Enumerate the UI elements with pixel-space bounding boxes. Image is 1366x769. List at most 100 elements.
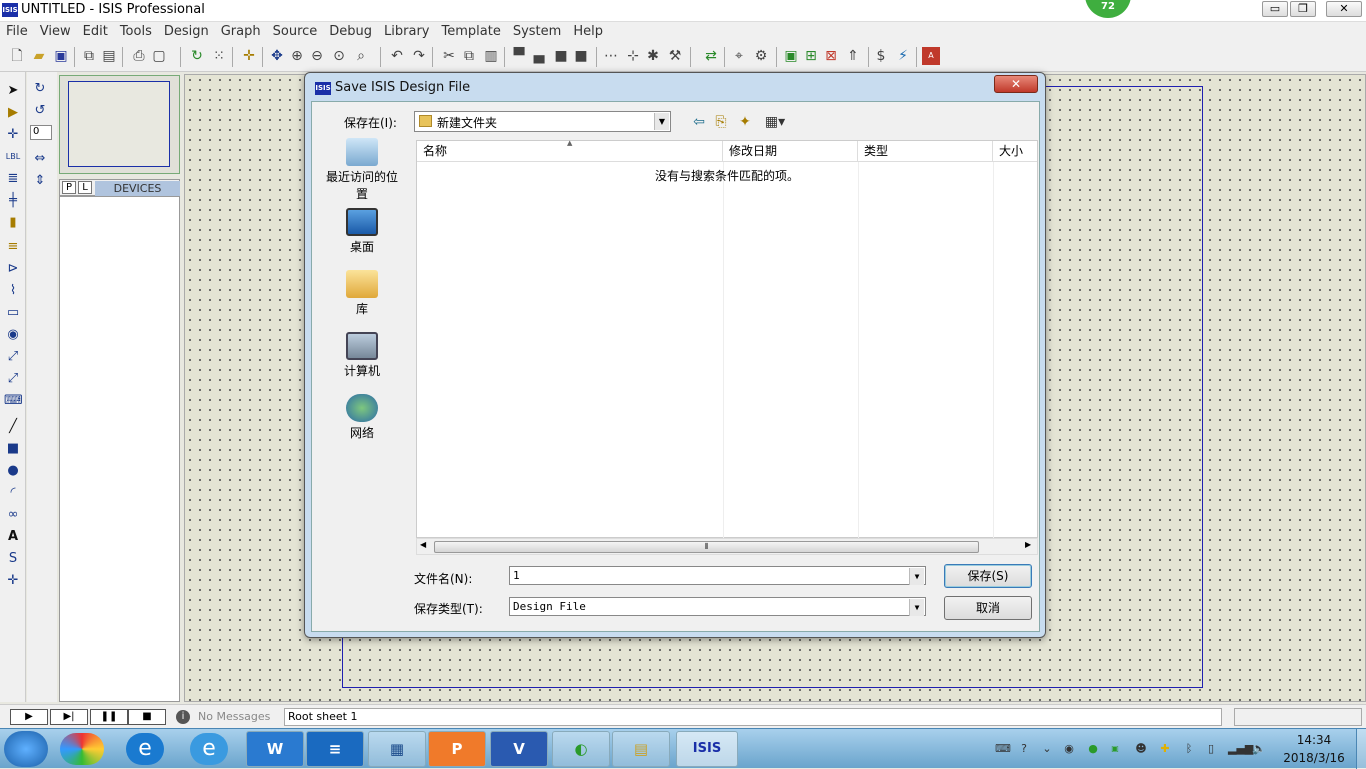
volume-icon[interactable]: 🔈 — [1252, 742, 1266, 756]
qq-icon[interactable]: ☻ — [1134, 742, 1148, 756]
paste-icon[interactable]: ▥ — [482, 47, 500, 65]
box-tool-icon[interactable]: ■ — [4, 440, 22, 458]
app-list-app[interactable]: ≡ — [306, 731, 364, 767]
menu-graph[interactable]: Graph — [215, 22, 267, 42]
messages-status[interactable]: No Messages — [198, 710, 270, 723]
cancel-button[interactable]: 取消 — [944, 596, 1032, 620]
wps-presentation-app[interactable]: P — [428, 731, 486, 767]
tape-recorder-icon[interactable]: ▭ — [4, 304, 22, 322]
origin-icon[interactable]: ✛ — [240, 47, 258, 65]
place-library[interactable]: 库 — [326, 270, 398, 317]
tray-green-icon[interactable]: ● — [1086, 742, 1100, 756]
place-desktop[interactable]: 桌面 — [326, 208, 398, 255]
redo-icon[interactable]: ↷ — [410, 47, 428, 65]
generator-icon[interactable]: ◉ — [4, 326, 22, 344]
save-button[interactable]: 保存(S) — [944, 564, 1032, 588]
cut-icon[interactable]: ✂ — [440, 47, 458, 65]
browser-360-icon[interactable] — [60, 733, 104, 765]
device-icon[interactable]: ▯ — [1204, 742, 1218, 756]
tray-app-icon[interactable]: ▣ — [1108, 742, 1122, 756]
pause-button[interactable]: ❚❚ — [90, 709, 128, 725]
wire-autorouter-icon[interactable]: ⇄ — [702, 47, 720, 65]
tray-expand-icon[interactable]: ⌄ — [1040, 742, 1054, 756]
menu-file[interactable]: File — [0, 22, 34, 42]
tray-plus-icon[interactable]: ✚ — [1158, 742, 1172, 756]
place-recent[interactable]: 最近访问的位置 — [326, 138, 398, 202]
close-window-button[interactable]: ✕ — [1326, 1, 1362, 17]
file-app[interactable]: ▦ — [368, 731, 426, 767]
zoom-out-icon[interactable]: ⊖ — [308, 47, 326, 65]
circle-tool-icon[interactable]: ● — [4, 462, 22, 480]
floating-badge[interactable]: 72 — [1085, 0, 1131, 18]
network-signal-icon[interactable]: ▂▄▆ — [1228, 742, 1253, 756]
minimize-button[interactable]: ▭ — [1262, 1, 1288, 17]
open-folder-icon[interactable]: ▰ — [30, 47, 48, 65]
column-type[interactable]: 类型 — [858, 141, 993, 162]
internet-explorer-icon[interactable]: e — [190, 733, 228, 765]
scroll-right-icon[interactable]: ▶ — [1025, 540, 1031, 549]
marker-tool-icon[interactable]: ✛ — [4, 572, 22, 590]
filetype-dropdown[interactable]: Design File ▼ — [509, 597, 926, 616]
bill-of-materials-icon[interactable]: $ — [872, 47, 890, 65]
menu-source[interactable]: Source — [267, 22, 324, 42]
packaging-icon[interactable]: ✱ — [644, 47, 662, 65]
make-device-icon[interactable]: ⊹ — [624, 47, 642, 65]
junction-dot-icon[interactable]: ✛ — [4, 126, 22, 144]
file-list[interactable]: 名称 ▲ 修改日期 类型 大小 没有与搜索条件匹配的项。 — [416, 139, 1038, 540]
import-icon[interactable]: ⧉ — [80, 47, 98, 65]
line-tool-icon[interactable]: ╱ — [4, 418, 22, 436]
chevron-down-icon[interactable]: ▼ — [909, 568, 924, 585]
step-button[interactable]: ▶| — [50, 709, 88, 725]
place-network[interactable]: 网络 — [326, 394, 398, 441]
menu-view[interactable]: View — [34, 22, 77, 42]
show-desktop-button[interactable] — [1356, 729, 1366, 769]
text-tool-icon[interactable]: A — [4, 528, 22, 546]
block-delete-icon[interactable]: ■ — [572, 47, 590, 65]
grid-icon[interactable]: ⁙ — [210, 47, 228, 65]
column-modified[interactable]: 修改日期 — [723, 141, 858, 162]
text-script-icon[interactable]: ≣ — [4, 170, 22, 188]
restore-button[interactable]: ❐ — [1290, 1, 1316, 17]
block-move-icon[interactable]: ▄ — [530, 47, 548, 65]
isis-taskbar-app[interactable]: ISIS — [676, 731, 738, 767]
component-mode-icon[interactable]: ▶ — [4, 104, 22, 122]
device-pins-icon[interactable]: ⊳ — [4, 260, 22, 278]
selection-mode-icon[interactable]: ➤ — [4, 82, 22, 100]
pick-device-icon[interactable]: ⋯ — [602, 47, 620, 65]
filename-input[interactable]: 1 ▼ — [509, 566, 926, 585]
current-probe-icon[interactable]: ⤢ — [4, 370, 22, 388]
refresh-icon[interactable]: ↻ — [188, 47, 206, 65]
clock-time[interactable]: 14:34 — [1284, 733, 1344, 747]
buses-icon[interactable]: ╪ — [4, 192, 22, 210]
virtual-instruments-icon[interactable]: ⌨ — [4, 392, 23, 410]
menu-edit[interactable]: Edit — [77, 22, 114, 42]
subcircuit-icon[interactable]: ▮ — [4, 214, 22, 232]
electrical-check-icon[interactable]: ⚡ — [894, 47, 912, 65]
rotation-input[interactable]: 0 — [30, 125, 52, 140]
explorer-app[interactable]: ▤ — [612, 731, 670, 767]
green-app[interactable]: ◐ — [552, 731, 610, 767]
wire-label-icon[interactable]: LBL — [4, 148, 22, 166]
help-icon[interactable]: ? — [1017, 742, 1031, 756]
pan-icon[interactable]: ✥ — [268, 47, 286, 65]
save-icon[interactable]: ▣ — [52, 47, 70, 65]
print-area-icon[interactable]: ▢ — [150, 47, 168, 65]
menu-template[interactable]: Template — [436, 22, 507, 42]
menu-library[interactable]: Library — [378, 22, 435, 42]
up-folder-icon[interactable]: ⎘ — [712, 113, 730, 131]
copy-icon[interactable]: ⧉ — [460, 47, 478, 65]
scrollbar-thumb[interactable]: ⦀ — [434, 541, 979, 553]
symbol-tool-icon[interactable]: S — [4, 550, 22, 568]
device-list[interactable] — [59, 196, 180, 702]
keyboard-icon[interactable]: ⌨ — [995, 742, 1011, 756]
print-icon[interactable]: ⎙ — [130, 47, 148, 65]
search-tag-icon[interactable]: ⌖ — [730, 47, 748, 65]
library-manager-button[interactable]: L — [78, 181, 92, 194]
start-button[interactable] — [4, 731, 48, 767]
menu-system[interactable]: System — [507, 22, 567, 42]
block-rotate-icon[interactable]: ■ — [552, 47, 570, 65]
voltage-probe-icon[interactable]: ⤢ — [4, 348, 22, 366]
terminals-icon[interactable]: ≡ — [4, 238, 22, 256]
bluetooth-icon[interactable]: ᛒ — [1182, 742, 1196, 756]
play-button[interactable]: ▶ — [10, 709, 48, 725]
